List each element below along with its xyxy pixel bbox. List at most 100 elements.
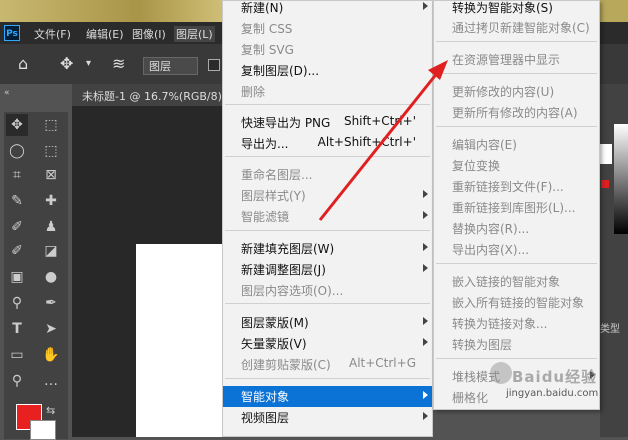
menu2-item[interactable]: 转换为图层	[434, 334, 599, 355]
move-tool-icon[interactable]: ✥	[6, 114, 28, 136]
color-swatch-white[interactable]	[600, 144, 612, 164]
auto-select-checkbox[interactable]	[208, 59, 220, 71]
layers-stack-icon[interactable]: ≋	[112, 54, 125, 73]
menu2-item[interactable]: 在资源管理器中显示	[434, 49, 599, 70]
menu2-item[interactable]: 转换为链接对象...	[434, 313, 599, 334]
color-swatch-red[interactable]	[601, 180, 609, 188]
canvas-document[interactable]	[136, 244, 222, 437]
menu2-item[interactable]: 替换内容(R)...	[434, 218, 599, 239]
menu1-item[interactable]: 复制图层(D)...	[223, 60, 432, 81]
menu1-item-label: 矢量蒙版(V)	[241, 337, 307, 351]
text-icon[interactable]: T	[6, 318, 28, 340]
path-select-icon[interactable]: ➤	[40, 318, 62, 340]
menu2-item-label: 重新链接到库图形(L)...	[452, 201, 576, 215]
home-icon[interactable]: ⌂	[18, 54, 28, 73]
menu1-item[interactable]: 新建填充图层(W)	[223, 238, 432, 259]
menu-image[interactable]: 图像(I)	[130, 26, 168, 42]
frame-icon[interactable]: ⊠	[40, 164, 62, 186]
menu2-item-label: 重新链接到文件(F)...	[452, 180, 564, 194]
history-brush-icon[interactable]: ✐	[6, 240, 28, 262]
menu2-item[interactable]: 更新修改的内容(U)	[434, 81, 599, 102]
menu2-item[interactable]: 转换为智能对象(S)	[434, 0, 599, 18]
chevron-down-icon[interactable]: ▾	[86, 58, 91, 69]
more-tools-icon[interactable]: …	[40, 370, 62, 392]
zoom-icon[interactable]: ⚲	[6, 370, 28, 392]
layer-select-dropdown[interactable]: 图层	[143, 57, 198, 75]
menu1-item[interactable]: 创建剪贴蒙版(C) Alt+Ctrl+G	[223, 354, 432, 375]
watermark: Baidu经验 jingyan.baidu.com	[488, 358, 600, 408]
menu2-item[interactable]: 嵌入链接的智能对象	[434, 271, 599, 292]
marquee-icon[interactable]: ⬚	[40, 114, 62, 136]
menu-separator	[225, 378, 430, 379]
lasso-icon[interactable]: ◯	[6, 140, 28, 162]
menu-separator	[225, 303, 430, 304]
menu-separator	[436, 41, 597, 42]
menu1-item[interactable]: 删除	[223, 81, 432, 102]
menu-layer[interactable]: 图层(L)	[174, 26, 215, 42]
menu2-item[interactable]: 重新链接到文件(F)...	[434, 176, 599, 197]
menu1-item-shortcut: Shift+Ctrl+'	[343, 114, 416, 128]
collapse-icon[interactable]: «	[4, 88, 10, 98]
menu-separator	[436, 126, 597, 127]
menu2-item[interactable]: 嵌入所有链接的智能对象	[434, 292, 599, 313]
dodge-icon[interactable]: ⚲	[6, 292, 28, 314]
menu1-item[interactable]: 矢量蒙版(V)	[223, 333, 432, 354]
menu1-item-label: 新建调整图层(J)	[241, 263, 326, 277]
menu2-item-label: 嵌入链接的智能对象	[452, 275, 561, 289]
menu2-item-label: 替换内容(R)...	[452, 222, 530, 236]
eyedropper-icon[interactable]: ✎	[6, 190, 28, 212]
document-tab-title: 未标题-1 @ 16.7%(RGB/8)	[82, 90, 222, 103]
menu-separator	[436, 263, 597, 264]
document-tab[interactable]: 未标题-1 @ 16.7%(RGB/8)	[72, 84, 232, 106]
rectangle-icon[interactable]: ▭	[6, 344, 28, 366]
menu1-item[interactable]: 导出为... Alt+Shift+Ctrl+'	[223, 133, 432, 154]
menu1-item[interactable]: 图层内容选项(O)...	[223, 280, 432, 301]
menu1-item[interactable]: 智能滤镜	[223, 206, 432, 227]
healing-icon[interactable]: ✚	[40, 190, 62, 212]
menu1-item[interactable]: 视频图层	[223, 407, 432, 428]
right-panel-label: 类型	[600, 324, 620, 335]
stamp-icon[interactable]: ♟	[40, 216, 62, 238]
menu2-item-label: 转换为链接对象...	[452, 317, 548, 331]
submenu-arrow-icon	[423, 391, 428, 399]
submenu-arrow-icon	[423, 243, 428, 251]
menu2-item-label: 嵌入所有链接的智能对象	[452, 296, 585, 310]
right-panel: 类型	[600, 84, 628, 437]
background-color-swatch[interactable]	[30, 420, 56, 440]
menu2-item[interactable]: 导出内容(X)...	[434, 239, 599, 260]
crop-icon[interactable]: ⌗	[6, 164, 28, 186]
menu2-item[interactable]: 通过拷贝新建智能对象(C)	[434, 17, 599, 38]
menu1-item[interactable]: 重命名图层...	[223, 164, 432, 185]
submenu-arrow-icon	[423, 190, 428, 198]
gradient-icon[interactable]: ▣	[6, 266, 28, 288]
menu1-item[interactable]: 复制 SVG	[223, 39, 432, 60]
menu2-item-label: 栅格化	[452, 391, 489, 405]
quick-select-icon[interactable]: ⬚	[40, 140, 62, 162]
menu1-item[interactable]: 智能对象	[223, 386, 432, 407]
move-icon[interactable]: ✥	[60, 54, 73, 73]
pen-icon[interactable]: ✒	[40, 292, 62, 314]
menu2-item[interactable]: 重新链接到库图形(L)...	[434, 197, 599, 218]
drop-icon[interactable]: ●	[40, 266, 62, 288]
eraser-icon[interactable]: ◪	[40, 240, 62, 262]
hand-icon[interactable]: ✋	[40, 344, 62, 366]
menu2-item[interactable]: 复位变换	[434, 155, 599, 176]
brush-icon[interactable]: ✐	[6, 216, 28, 238]
menu-separator	[436, 73, 597, 74]
menu2-item-label: 更新修改的内容(U)	[452, 85, 555, 99]
submenu-arrow-icon	[423, 264, 428, 272]
menu-edit[interactable]: 编辑(E)	[84, 26, 126, 42]
menu1-item-label: 智能滤镜	[241, 210, 290, 224]
color-gradient[interactable]	[614, 124, 628, 234]
menu2-item-label: 编辑内容(E)	[452, 138, 517, 152]
menu1-item[interactable]: 快速导出为 PNG Shift+Ctrl+'	[223, 112, 432, 133]
menu2-item[interactable]: 更新所有修改的内容(A)	[434, 102, 599, 123]
swap-colors-icon[interactable]: ⇆	[46, 404, 55, 417]
menu2-item[interactable]: 编辑内容(E)	[434, 134, 599, 155]
menu1-item[interactable]: 图层蒙版(M)	[223, 312, 432, 333]
menu1-item[interactable]: 新建(N)	[223, 0, 432, 18]
menu1-item[interactable]: 新建调整图层(J)	[223, 259, 432, 280]
menu-file[interactable]: 文件(F)	[32, 26, 73, 42]
menu1-item[interactable]: 图层样式(Y)	[223, 185, 432, 206]
menu1-item[interactable]: 复制 CSS	[223, 18, 432, 39]
